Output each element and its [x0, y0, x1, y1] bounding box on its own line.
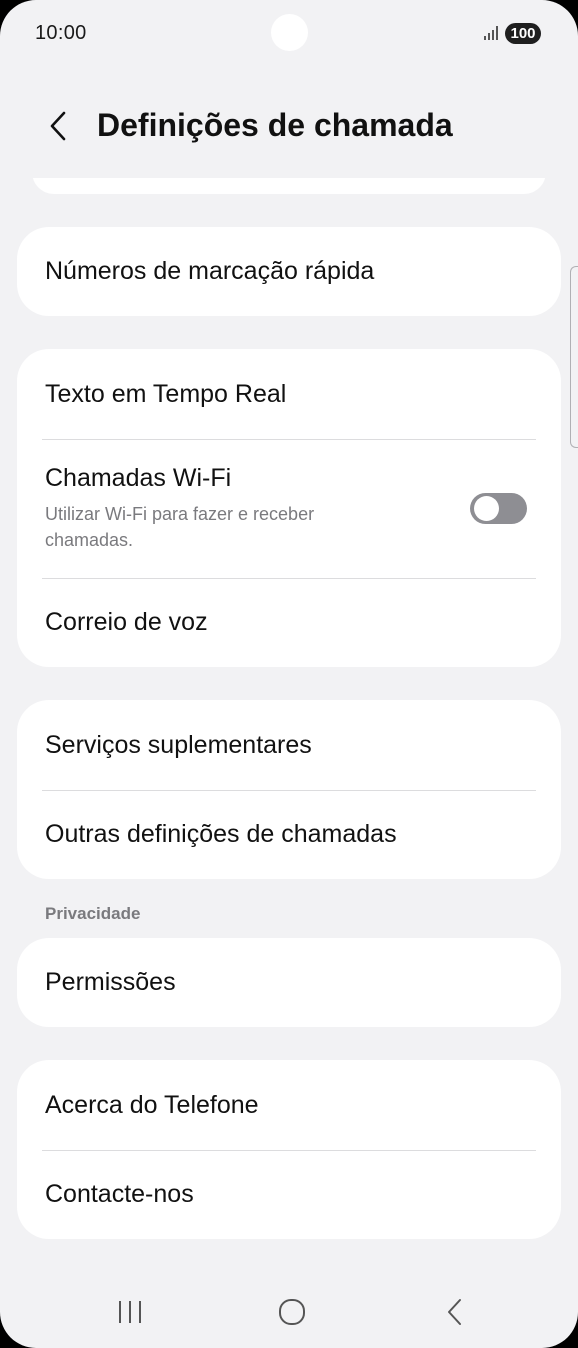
wifi-calling-description: Utilizar Wi-Fi para fazer e receber cham…	[45, 504, 315, 550]
card-group-calls: Texto em Tempo Real Chamadas Wi-Fi Utili…	[17, 349, 561, 667]
other-call-settings-item[interactable]: Outras definições de chamadas	[17, 790, 561, 879]
home-button[interactable]	[267, 1290, 317, 1334]
battery-indicator: 100	[505, 23, 541, 44]
page-title: Definições de chamada	[97, 107, 453, 143]
rtt-item[interactable]: Texto em Tempo Real	[17, 349, 561, 439]
voicemail-item[interactable]: Correio de voz	[17, 578, 561, 667]
card-group-about: Acerca do Telefone Contacte-nos	[17, 1060, 561, 1239]
privacy-section-label: Privacidade	[45, 904, 141, 923]
contact-us-label: Contacte-nos	[45, 1180, 194, 1208]
header-mask	[0, 150, 578, 178]
back-icon	[448, 1299, 461, 1325]
other-call-settings-label: Outras definições de chamadas	[45, 820, 397, 848]
about-phone-item[interactable]: Acerca do Telefone	[17, 1060, 561, 1150]
scrollbar[interactable]	[570, 266, 578, 448]
toggle-knob	[474, 496, 499, 521]
supplementary-services-label: Serviços suplementares	[45, 730, 312, 759]
nav-back-button[interactable]	[430, 1290, 480, 1334]
contact-us-item[interactable]: Contacte-nos	[17, 1150, 561, 1239]
card-speed-dial: Números de marcação rápida	[17, 227, 561, 316]
voicemail-label: Correio de voz	[45, 608, 208, 636]
chevron-left-icon	[50, 111, 66, 141]
card-permissions: Permissões	[17, 938, 561, 1027]
about-phone-label: Acerca do Telefone	[45, 1090, 259, 1119]
wifi-calling-toggle[interactable]	[470, 493, 527, 524]
wifi-calling-item[interactable]: Chamadas Wi-Fi Utilizar Wi-Fi para fazer…	[17, 439, 561, 578]
rtt-label: Texto em Tempo Real	[45, 379, 287, 408]
permissions-label: Permissões	[45, 968, 176, 996]
speed-dial-item[interactable]: Números de marcação rápida	[17, 227, 561, 316]
supplementary-services-item[interactable]: Serviços suplementares	[17, 700, 561, 790]
permissions-item[interactable]: Permissões	[17, 938, 561, 1027]
wifi-calling-label: Chamadas Wi-Fi	[45, 464, 232, 492]
recent-apps-icon	[119, 1301, 141, 1323]
camera-cutout	[271, 14, 308, 51]
home-icon	[279, 1299, 305, 1325]
back-button[interactable]	[36, 104, 80, 148]
speed-dial-label: Números de marcação rápida	[45, 257, 375, 285]
screen: 10:00 100 Definições de chamada Números …	[0, 0, 578, 1348]
signal-icon	[484, 26, 498, 40]
card-group-services: Serviços suplementares Outras definições…	[17, 700, 561, 879]
recent-apps-button[interactable]	[105, 1290, 155, 1334]
status-time: 10:00	[35, 22, 87, 44]
